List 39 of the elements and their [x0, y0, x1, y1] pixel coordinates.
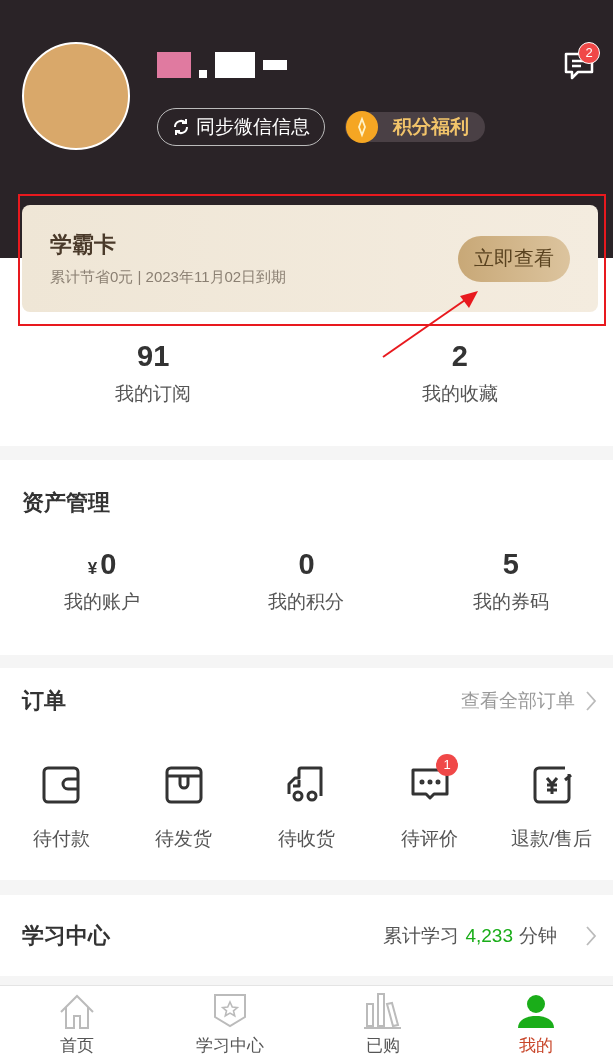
card-subtitle: 累计节省0元 | 2023年11月02日到期 — [50, 268, 287, 287]
tab-item[interactable]: 已购 — [306, 986, 460, 1062]
study-minutes: 4,233 — [465, 924, 513, 947]
chevron-right-icon — [585, 924, 597, 947]
study-summary-label: 累计学习 — [383, 923, 460, 948]
asset-label[interactable]: 我的积分 — [268, 589, 345, 615]
asset-label[interactable]: 我的券码 — [472, 589, 549, 615]
asset-value: 0 — [100, 548, 117, 581]
card-title: 学霸卡 — [50, 231, 117, 259]
notification-badge: 1 — [436, 754, 459, 776]
section-title: 学习中心 — [22, 921, 110, 950]
coin-icon — [345, 110, 379, 144]
stat-value: 91 — [137, 340, 170, 373]
section-title: 资产管理 — [22, 490, 110, 515]
tab-item[interactable]: 首页 — [0, 986, 154, 1062]
stat-value: 2 — [451, 340, 468, 373]
asset-label[interactable]: 我的账户 — [64, 589, 141, 615]
asset-value: 5 — [502, 548, 519, 581]
books-icon — [363, 992, 404, 1030]
currency-symbol: ¥ — [87, 559, 98, 579]
tab-item[interactable]: 我的 — [459, 986, 613, 1062]
section-title: 订单 — [22, 687, 66, 715]
stat-label[interactable]: 我的订阅 — [115, 381, 192, 407]
order-status-label[interactable]: 退款/售后 — [511, 826, 593, 852]
chevron-right-icon — [585, 690, 597, 712]
asset-value: 0 — [298, 548, 315, 581]
minutes-unit: 分钟 — [519, 923, 557, 948]
order-status-label[interactable]: 待付款 — [32, 826, 90, 852]
view-now-button[interactable]: 立即查看 — [458, 235, 570, 282]
stat-label[interactable]: 我的收藏 — [421, 381, 498, 407]
person-icon — [516, 992, 557, 1030]
order-status-label[interactable]: 待收货 — [278, 826, 335, 852]
notification-badge: 2 — [578, 42, 600, 64]
wallet-icon[interactable] — [40, 764, 83, 806]
order-status-label[interactable]: 待发货 — [155, 826, 213, 852]
points-button[interactable]: 积分福利 — [345, 112, 485, 142]
refresh-icon — [172, 118, 190, 136]
tab-item[interactable]: 学习中心 — [153, 986, 307, 1062]
order-status-label[interactable]: 待评价 — [400, 826, 458, 852]
